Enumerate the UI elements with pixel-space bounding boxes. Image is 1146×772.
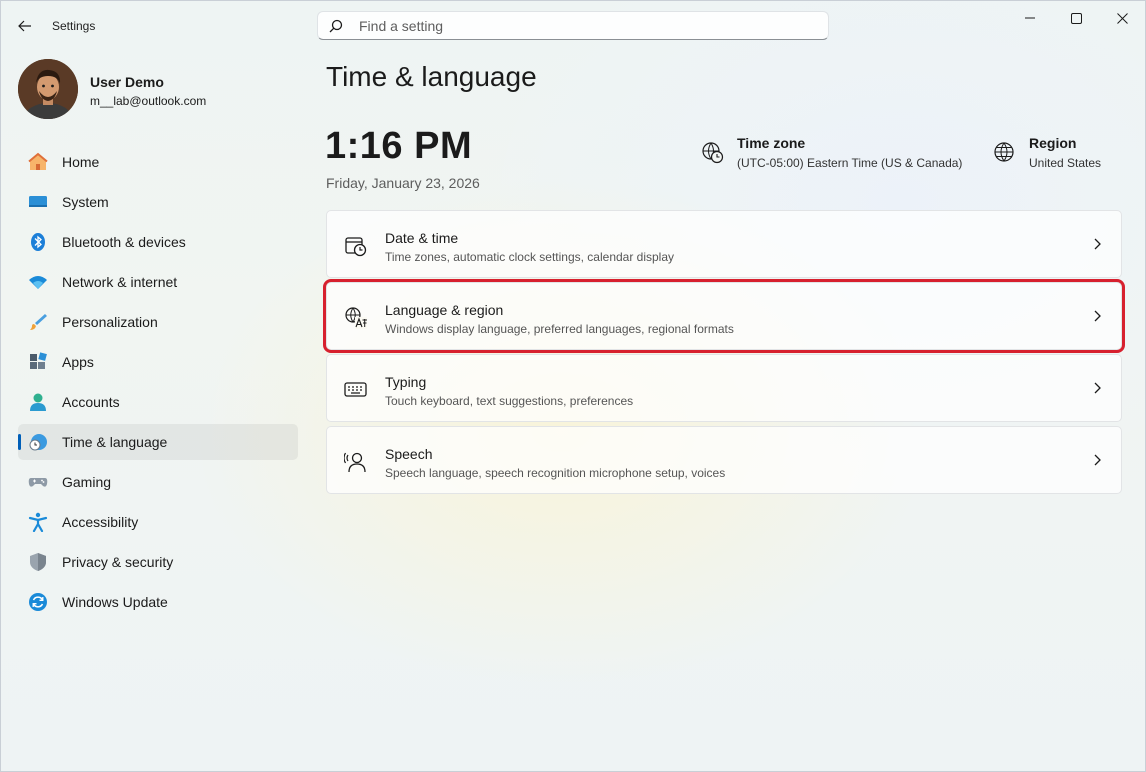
sidebar-item-label: Accounts bbox=[62, 394, 120, 410]
user-name: User Demo bbox=[90, 74, 164, 90]
globe-icon bbox=[994, 142, 1014, 162]
card-title: Typing bbox=[385, 374, 427, 390]
card-title: Language & region bbox=[385, 302, 504, 318]
timezone-label: Time zone bbox=[737, 135, 806, 151]
region-value: United States bbox=[1029, 156, 1102, 170]
system-icon bbox=[28, 192, 48, 212]
close-button[interactable] bbox=[1099, 1, 1145, 35]
sidebar-item-gaming[interactable]: Gaming bbox=[18, 464, 298, 500]
avatar[interactable] bbox=[18, 59, 78, 119]
user-avatar-icon bbox=[18, 59, 78, 119]
card-title: Date & time bbox=[385, 230, 459, 246]
sidebar-item-label: Network & internet bbox=[62, 274, 178, 290]
sidebar-item-accessibility[interactable]: Accessibility bbox=[18, 504, 298, 540]
current-time: 1:16 PM bbox=[325, 125, 473, 167]
shield-icon bbox=[28, 552, 48, 572]
card-subtitle: Windows display language, preferred lang… bbox=[385, 322, 734, 336]
calendar-clock-icon bbox=[345, 237, 367, 257]
accessibility-icon bbox=[28, 512, 48, 532]
date-time-card[interactable]: Date & time Time zones, automatic clock … bbox=[326, 210, 1122, 278]
maximize-button[interactable] bbox=[1053, 1, 1099, 35]
page-title: Time & language bbox=[326, 61, 537, 92]
speech-icon bbox=[344, 452, 366, 473]
timezone-info: Time zone (UTC-05:00) Eastern Time (US &… bbox=[701, 135, 962, 170]
speech-card[interactable]: Speech Speech language, speech recogniti… bbox=[326, 426, 1122, 494]
sidebar-item-personalization[interactable]: Personalization bbox=[18, 304, 298, 340]
card-subtitle: Touch keyboard, text suggestions, prefer… bbox=[385, 394, 634, 408]
sidebar-item-windows-update[interactable]: Windows Update bbox=[18, 584, 298, 620]
home-icon bbox=[28, 152, 48, 172]
chevron-right-icon bbox=[1094, 238, 1101, 250]
sidebar-item-home[interactable]: Home bbox=[18, 144, 298, 180]
card-title: Speech bbox=[385, 446, 433, 462]
app-title: Settings bbox=[52, 19, 96, 33]
language-icon bbox=[345, 307, 367, 329]
sidebar-item-label: Accessibility bbox=[62, 514, 139, 530]
typing-card[interactable]: Typing Touch keyboard, text suggestions,… bbox=[326, 354, 1122, 422]
sidebar-item-privacy[interactable]: Privacy & security bbox=[18, 544, 298, 580]
sidebar-item-network[interactable]: Network & internet bbox=[18, 264, 298, 300]
sidebar-item-label: Personalization bbox=[62, 314, 158, 330]
region-label: Region bbox=[1029, 135, 1077, 151]
timezone-value: (UTC-05:00) Eastern Time (US & Canada) bbox=[737, 156, 963, 170]
card-subtitle: Speech language, speech recognition micr… bbox=[385, 466, 726, 480]
user-email: m__lab@outlook.com bbox=[90, 94, 207, 108]
apps-icon bbox=[28, 352, 48, 372]
sidebar-item-label: Gaming bbox=[62, 474, 112, 490]
minimize-button[interactable] bbox=[1007, 1, 1053, 35]
sidebar-item-label: Apps bbox=[62, 354, 94, 370]
search-box[interactable] bbox=[317, 11, 829, 40]
wifi-icon bbox=[28, 272, 48, 292]
globe-clock-icon bbox=[702, 142, 724, 164]
search-icon bbox=[329, 18, 345, 34]
chevron-right-icon bbox=[1094, 382, 1101, 394]
bluetooth-icon bbox=[28, 232, 48, 252]
card-subtitle: Time zones, automatic clock settings, ca… bbox=[385, 250, 675, 264]
region-info: Region United States bbox=[993, 135, 1101, 170]
sidebar-item-label: System bbox=[62, 194, 109, 210]
maximize-icon bbox=[1070, 12, 1082, 24]
close-icon bbox=[1116, 12, 1128, 24]
minimize-icon bbox=[1025, 17, 1035, 19]
search-input[interactable] bbox=[357, 16, 801, 35]
settings-window: Settings Find a setting User Demo m__lab… bbox=[0, 0, 1146, 772]
time-language-icon bbox=[28, 432, 48, 452]
keyboard-icon bbox=[344, 382, 367, 397]
sidebar-item-label: Time & language bbox=[62, 434, 168, 450]
back-button[interactable] bbox=[11, 13, 39, 39]
sidebar-item-time-language[interactable]: Time & language bbox=[18, 424, 298, 460]
gamepad-icon bbox=[28, 472, 48, 492]
sidebar-nav: Home System Bluetooth & devices Network … bbox=[18, 144, 298, 624]
sidebar-item-label: Privacy & security bbox=[62, 554, 174, 570]
sidebar-item-bluetooth[interactable]: Bluetooth & devices bbox=[18, 224, 298, 260]
sidebar-item-label: Home bbox=[62, 154, 100, 170]
chevron-right-icon bbox=[1094, 454, 1101, 466]
title-bar: Settings bbox=[1, 1, 1145, 51]
sidebar-item-system[interactable]: System bbox=[18, 184, 298, 220]
sidebar-item-apps[interactable]: Apps bbox=[18, 344, 298, 380]
arrow-left-icon bbox=[18, 20, 31, 32]
chevron-right-icon bbox=[1094, 310, 1101, 322]
language-region-card[interactable]: Language & region Windows display langua… bbox=[323, 279, 1125, 353]
accounts-icon bbox=[28, 392, 48, 412]
current-date: Friday, January 23, 2026 bbox=[326, 175, 480, 191]
sidebar-item-label: Bluetooth & devices bbox=[62, 234, 186, 250]
sidebar-item-label: Windows Update bbox=[62, 594, 168, 610]
sidebar-item-accounts[interactable]: Accounts bbox=[18, 384, 298, 420]
update-icon bbox=[28, 592, 48, 612]
settings-cards: Date & time Time zones, automatic clock … bbox=[323, 210, 1125, 498]
brush-icon bbox=[28, 312, 48, 332]
